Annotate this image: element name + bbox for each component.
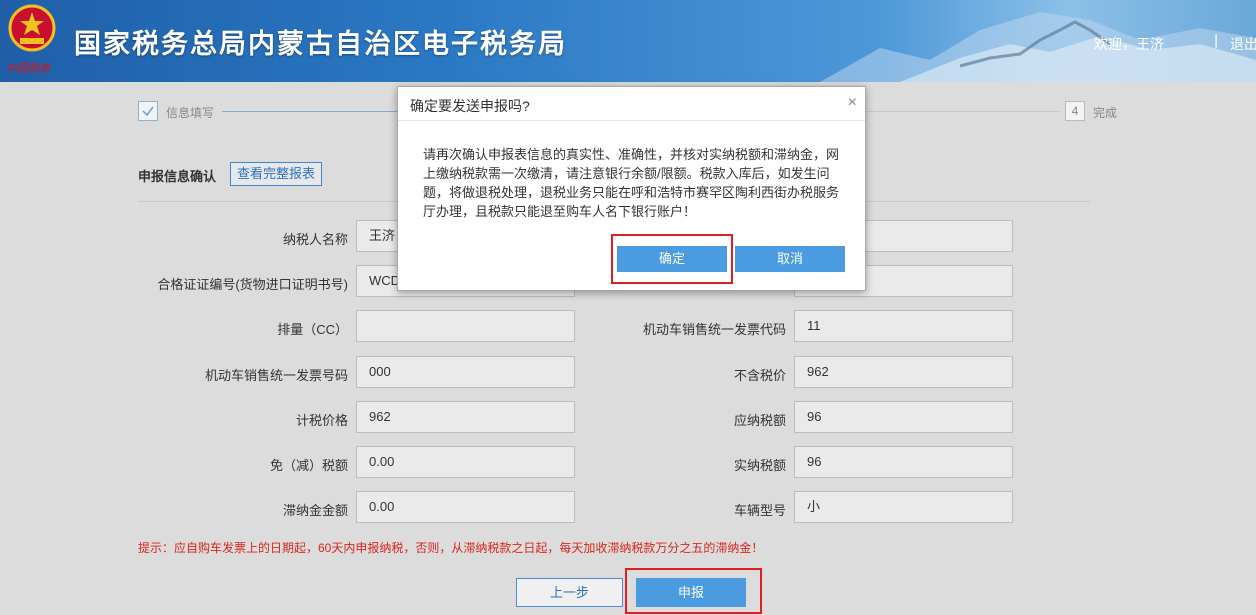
late-fee-tip: 提示：应自购车发票上的日期起，60天内申报纳税，否则，从滞纳税款之日起，每天加收…	[138, 541, 764, 555]
confirm-button[interactable]: 确定	[617, 246, 727, 272]
field-taxable-price[interactable]: 962	[356, 401, 575, 433]
step-1-label: 信息填写	[166, 106, 215, 120]
field-label-displacement: 排量（CC）	[277, 322, 348, 337]
field-late-fee[interactable]: 0.00	[356, 491, 575, 523]
field-label-vehicle-model: 车辆型号	[733, 503, 786, 518]
field-label-tax-exemption: 免（减）税额	[269, 458, 348, 473]
field-label-late-fee: 滞纳金金额	[282, 503, 348, 518]
step-4-number: 4	[1065, 101, 1085, 121]
header-separator: |	[1214, 32, 1218, 49]
tax-emblem-icon	[6, 4, 58, 56]
field-vehicle-model[interactable]: 小	[794, 491, 1013, 523]
submit-declaration-button[interactable]: 申报	[636, 578, 746, 607]
site-title: 国家税务总局内蒙古自治区电子税务局	[74, 29, 567, 59]
step-4-label: 完成	[1093, 106, 1118, 120]
dialog-divider	[398, 120, 865, 121]
emblem-caption: 中国税务	[6, 62, 50, 75]
welcome-user: 欢迎，王济	[1094, 36, 1164, 52]
step-progress-line	[222, 111, 397, 112]
field-label-actual-tax: 实纳税额	[733, 458, 786, 473]
cancel-button[interactable]: 取消	[735, 246, 845, 272]
field-label-certificate-number: 合格证证编号(货物进口证明书号)	[157, 277, 348, 292]
site-header: 中国税务 国家税务总局内蒙古自治区电子税务局 欢迎，王济 | 退出	[0, 0, 1256, 82]
dialog-title: 确定要发送申报吗?	[410, 98, 530, 114]
field-label-taxable-price: 计税价格	[295, 413, 348, 428]
logout-link[interactable]: 退出	[1230, 34, 1256, 54]
field-label-tax-payable: 应纳税额	[733, 413, 786, 428]
prev-step-button[interactable]: 上一步	[516, 578, 623, 607]
field-invoice-code[interactable]: 11	[794, 310, 1013, 342]
step-progress-line-right	[864, 111, 1060, 112]
step-1-check-icon	[138, 101, 158, 121]
field-label-price-excl-tax: 不含税价	[733, 368, 786, 383]
field-price-excl-tax[interactable]: 962	[794, 356, 1013, 388]
field-label-invoice-code: 机动车销售统一发票代码	[642, 322, 786, 337]
field-displacement[interactable]	[356, 310, 575, 342]
close-icon[interactable]: ×	[848, 94, 857, 112]
field-invoice-number[interactable]: 000	[356, 356, 575, 388]
field-label-invoice-number: 机动车销售统一发票号码	[204, 368, 348, 383]
field-actual-tax[interactable]: 96	[794, 446, 1013, 478]
confirm-dialog: 确定要发送申报吗? × 请再次确认申报表信息的真实性、准确性，并核对实纳税额和滞…	[397, 86, 866, 291]
field-tax-exemption[interactable]: 0.00	[356, 446, 575, 478]
field-label-taxpayer-name: 纳税人名称	[282, 232, 348, 247]
dialog-message: 请再次确认申报表信息的真实性、准确性，并核对实纳税额和滞纳金，网上缴纳税款需一次…	[423, 147, 840, 219]
section-title: 申报信息确认	[138, 169, 217, 184]
field-tax-payable[interactable]: 96	[794, 401, 1013, 433]
view-full-report-button[interactable]: 查看完整报表	[230, 162, 322, 186]
